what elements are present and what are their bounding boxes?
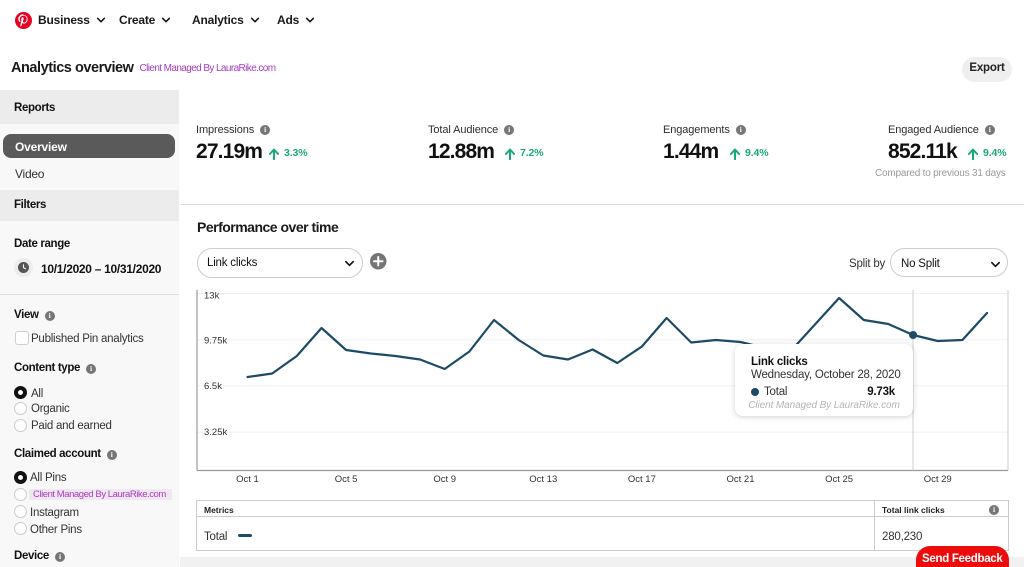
svg-text:Oct 29: Oct 29 [924,474,952,485]
svg-text:Oct 13: Oct 13 [529,474,557,485]
svg-text:Oct 5: Oct 5 [335,474,358,485]
svg-text:Oct 21: Oct 21 [727,474,755,485]
svg-text:6.5k: 6.5k [204,381,222,392]
svg-text:Oct 25: Oct 25 [825,474,853,485]
svg-text:13k: 13k [204,291,220,302]
svg-text:Oct 9: Oct 9 [433,474,456,485]
svg-text:3.25k: 3.25k [204,427,227,438]
svg-text:9.75k: 9.75k [204,336,227,347]
svg-text:Oct 1: Oct 1 [236,474,259,485]
svg-text:Oct 17: Oct 17 [628,474,656,485]
